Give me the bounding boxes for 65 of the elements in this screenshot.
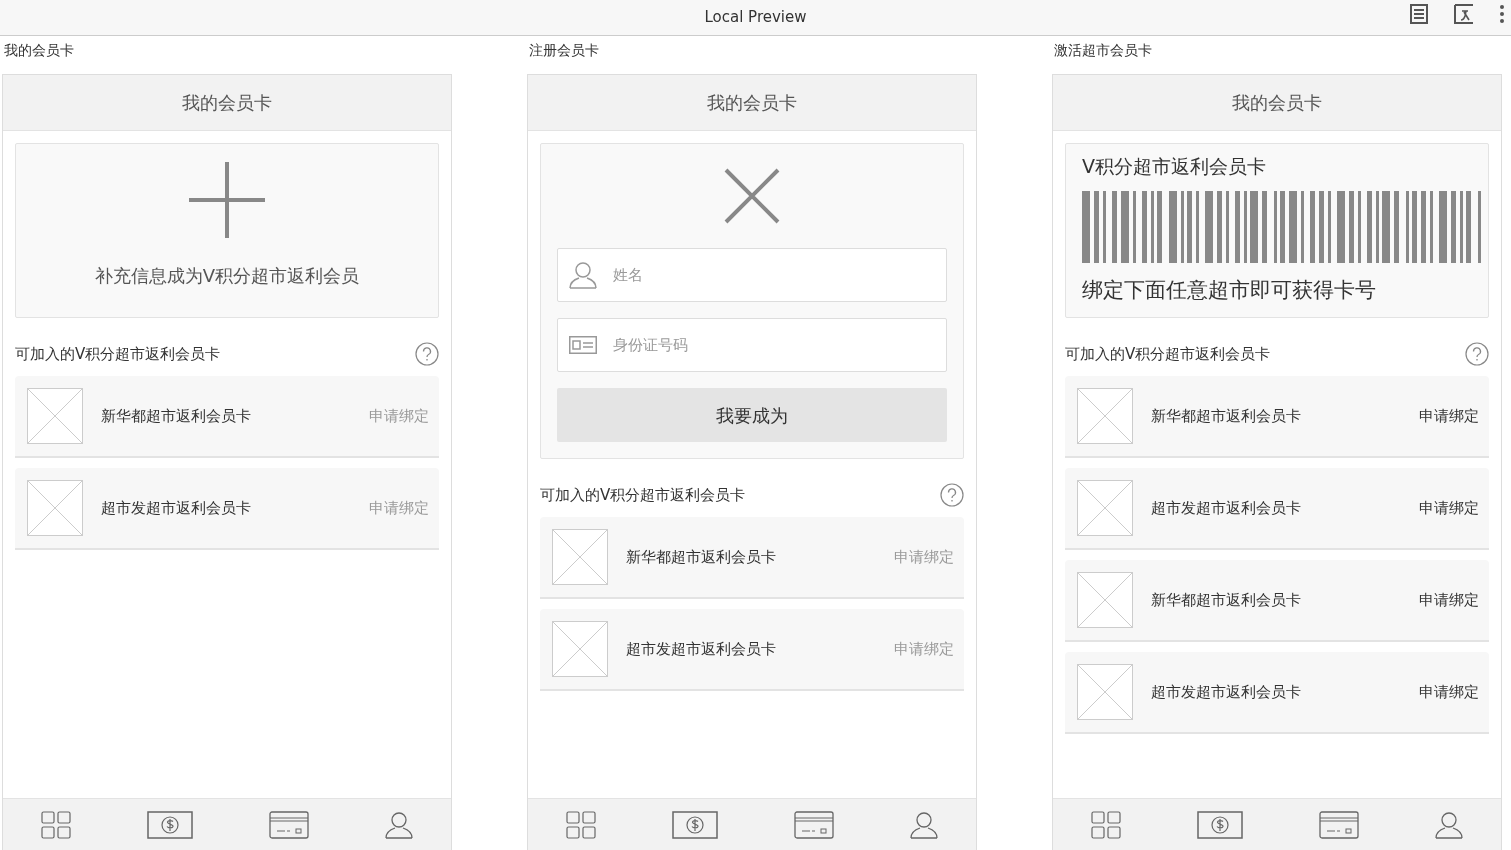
name-field[interactable]: 姓名 (557, 248, 947, 302)
screen-caption: 激活超市会员卡 (1053, 41, 1153, 60)
image-placeholder (552, 529, 608, 585)
image-placeholder (1077, 572, 1133, 628)
image-placeholder (552, 621, 608, 677)
image-placeholder (27, 388, 83, 444)
bind-link[interactable]: 申请绑定 (1419, 404, 1479, 428)
store-card[interactable]: 新华都超市返利会员卡 申请绑定 (15, 376, 439, 458)
store-card-name: 超市发超市返利会员卡 (1151, 681, 1301, 703)
screen-caption: 我的会员卡 (3, 41, 75, 60)
close-icon[interactable] (724, 168, 780, 224)
store-card[interactable]: 新华都超市返利会员卡 申请绑定 (1065, 376, 1489, 458)
store-card-name: 超市发超市返利会员卡 (101, 497, 251, 519)
store-card-name: 新华都超市返利会员卡 (101, 405, 251, 427)
page-header: 我的会员卡 (1053, 75, 1501, 131)
section-title: 可加入的V积分超市返利会员卡 (15, 343, 221, 365)
help-icon[interactable] (940, 483, 964, 507)
help-icon[interactable] (415, 342, 439, 366)
image-placeholder (1077, 388, 1133, 444)
image-placeholder (1077, 664, 1133, 720)
id-number-field[interactable]: 身份证号码 (557, 318, 947, 372)
store-card-name: 超市发超市返利会员卡 (1151, 497, 1301, 519)
document-icon[interactable] (1409, 4, 1429, 24)
credit-card-icon[interactable] (1319, 811, 1359, 839)
grid-icon[interactable] (41, 811, 71, 839)
person-icon[interactable] (910, 811, 938, 839)
store-card[interactable]: 超市发超市返利会员卡 申请绑定 (15, 468, 439, 550)
help-icon[interactable] (1465, 342, 1489, 366)
screen-caption: 注册会员卡 (528, 41, 600, 60)
formula-icon[interactable] (1453, 4, 1475, 24)
store-card[interactable]: 新华都超市返利会员卡 申请绑定 (540, 517, 964, 599)
bind-link[interactable]: 申请绑定 (1419, 496, 1479, 520)
page-header: 我的会员卡 (3, 75, 451, 131)
add-card[interactable]: 补充信息成为V积分超市返利会员 (15, 143, 439, 318)
credit-card-icon[interactable] (269, 811, 309, 839)
section-title: 可加入的V积分超市返利会员卡 (540, 484, 746, 506)
banknote-icon[interactable] (147, 811, 193, 839)
page-header: 我的会员卡 (528, 75, 976, 131)
add-card-text: 补充信息成为V积分超市返利会员 (94, 264, 360, 288)
card-hint: 绑定下面任意超市即可获得卡号 (1082, 276, 1377, 304)
store-card-name: 超市发超市返利会员卡 (626, 638, 776, 660)
submit-button[interactable]: 我要成为 (557, 388, 947, 442)
card-title: V积分超市返利会员卡 (1082, 154, 1267, 179)
store-card-name: 新华都超市返利会员卡 (1151, 405, 1301, 427)
bind-link[interactable]: 申请绑定 (1419, 680, 1479, 704)
store-card[interactable]: 超市发超市返利会员卡 申请绑定 (540, 609, 964, 691)
store-card-name: 新华都超市返利会员卡 (626, 546, 776, 568)
person-icon[interactable] (1435, 811, 1463, 839)
image-placeholder (1077, 480, 1133, 536)
store-card[interactable]: 超市发超市返利会员卡 申请绑定 (1065, 652, 1489, 734)
plus-icon (189, 162, 265, 238)
banknote-icon[interactable] (1197, 811, 1243, 839)
person-icon[interactable] (385, 811, 413, 839)
grid-icon[interactable] (566, 811, 596, 839)
window-title: Local Preview (704, 7, 807, 29)
banknote-icon[interactable] (672, 811, 718, 839)
section-title: 可加入的V积分超市返利会员卡 (1065, 343, 1271, 365)
bind-link[interactable]: 申请绑定 (1419, 588, 1479, 612)
store-card[interactable]: 超市发超市返利会员卡 申请绑定 (1065, 468, 1489, 550)
store-card-name: 新华都超市返利会员卡 (1151, 589, 1301, 611)
credit-card-icon[interactable] (794, 811, 834, 839)
image-placeholder (27, 480, 83, 536)
grid-icon[interactable] (1091, 811, 1121, 839)
store-card[interactable]: 新华都超市返利会员卡 申请绑定 (1065, 560, 1489, 642)
more-icon[interactable] (1499, 4, 1505, 24)
